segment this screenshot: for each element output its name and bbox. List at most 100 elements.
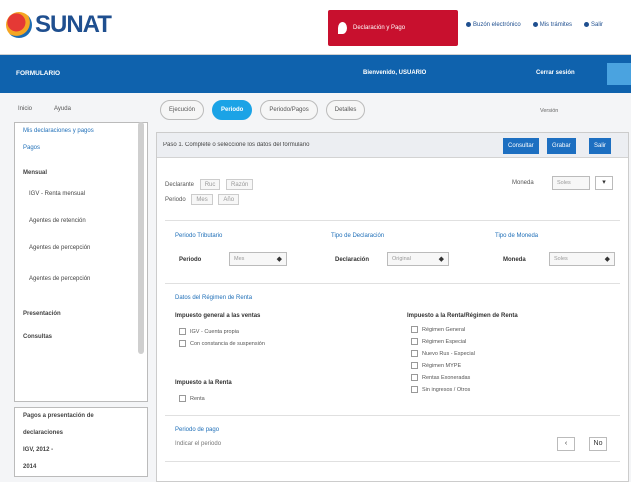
tab-periodo[interactable]: Periodo [212,100,253,120]
menu-button[interactable] [607,63,631,85]
sidebar-item[interactable]: Presentación [15,306,147,323]
checkbox[interactable] [411,374,418,381]
checkbox[interactable] [179,395,186,402]
sidebar-item[interactable]: Mensual [15,165,147,182]
checkbox-label: Rentas Exoneradas [422,374,471,381]
right-check-row[interactable]: Régimen MYPE [411,362,461,369]
declarant-label: Declarante [165,182,195,188]
bottom-text: Indicar el periodo [175,441,222,447]
sidebar-scrollbar[interactable] [138,122,144,354]
left-check-row[interactable]: Renta [179,395,205,402]
bottom-stepper-minus[interactable]: ‹ [557,437,575,451]
sunat-logo[interactable]: SUNAT [6,7,112,43]
periodo-value: Mes [234,256,245,262]
tab-ejecucion[interactable]: Ejecución [160,100,205,120]
tipo-label: Declaración [335,257,370,263]
checkbox[interactable] [411,386,418,393]
caret-icon: ◆ [604,256,610,263]
top-link-tramites[interactable]: Mis trámites [532,22,573,29]
sidebar-top-link-ayuda[interactable]: Ayuda [54,106,71,112]
step-instructions: Paso 1. Complete o seleccione los datos … [163,142,310,148]
periodo-section: Periodo Tributario [175,233,223,239]
left-group-title: Impuesto general a las ventas [175,313,261,319]
divider [165,283,620,284]
location-pin-icon [338,22,347,34]
divider [165,415,620,416]
currency-top-label: Moneda [512,180,534,186]
tipo-section: Tipo de Declaración [331,233,385,239]
right-check-row[interactable]: Rentas Exoneradas [411,374,470,381]
declaracion-pago-button[interactable]: Declaración y Pago [328,10,458,46]
sidebar-top-link-inicio[interactable]: Inicio [18,106,32,112]
caret-icon: ◆ [276,256,282,263]
declarant-row: Declarante Ruc Razón [165,179,254,190]
logo-text: SUNAT [35,11,112,38]
currency-top: Moneda [512,180,534,186]
top-link-label: Mis trámites [539,22,573,29]
top-link-label: Buzón electrónico [473,22,521,29]
checkbox[interactable] [411,350,418,357]
checkbox[interactable] [179,340,186,347]
sidebar-item[interactable]: Agentes de percepción [15,271,147,288]
salir-button[interactable]: Salir [589,138,612,154]
periodo-select[interactable]: Mes ◆ [229,252,287,266]
checkbox-label: Régimen Especial [422,338,467,345]
tipo-value: Original [392,256,411,262]
left-check-row[interactable]: IGV - Cuenta propia [179,328,239,335]
top-link-buzon[interactable]: Buzón electrónico [466,22,521,28]
currency-top-caret[interactable]: ▾ [595,176,613,190]
checkbox[interactable] [179,328,186,335]
tab-periodo-pagos[interactable]: Periodo/Pagos [260,100,318,120]
right-check-row[interactable]: Nuevo Rus - Especial [411,350,475,357]
mail-icon [466,22,471,27]
sunat-logo-icon [6,12,32,38]
currency-top-select[interactable]: Soles [552,176,590,190]
moneda-label: Moneda [503,257,526,263]
checkbox-label: Régimen General [422,326,466,333]
declarant-chip: Razón [226,179,254,190]
form-panel: Paso 1. Complete o seleccione los datos … [156,132,629,482]
user-icon [532,22,538,27]
checkbox-label: Nuevo Rus - Especial [422,350,475,357]
checkbox-label: IGV - Cuenta propia [190,328,239,335]
moneda-select[interactable]: Soles ◆ [549,252,615,266]
sidebar-secondary-item[interactable]: declaraciones [15,425,147,442]
tab-detalles[interactable]: Detalles [325,100,366,120]
sidebar-item[interactable]: IGV - Renta mensual [15,186,147,203]
tipo-select[interactable]: Original ◆ [387,252,449,266]
top-link-salir[interactable]: Salir [584,22,603,28]
sidebar-secondary-item[interactable]: IGV, 2012 - [15,442,147,459]
left-check-row[interactable]: Con constancia de suspensión [179,340,265,347]
logout-link[interactable]: Cerrar sesión [536,70,575,76]
top-links: Buzón electrónico Mis trámites Salir [466,22,603,28]
period-chip: Año [218,194,240,205]
nav-title: FORMULARIO [16,70,61,77]
nav-user: Bienvenido, USUARIO [363,70,427,76]
brand-header: SUNAT Declaración y Pago Buzón electróni… [0,0,631,55]
sidebar: Mis declaraciones y pagos Pagos Mensual … [14,122,148,477]
sidebar-secondary-item[interactable]: 2014 [15,459,147,476]
sidebar-secondary-item[interactable]: Pagos a presentación de [15,408,147,425]
checkbox[interactable] [411,362,418,369]
top-link-label: Salir [591,22,604,29]
periodo-label: Periodo [179,257,202,263]
checkbox-label: Sin ingresos / Otros [422,386,471,393]
sidebar-item[interactable]: Agentes de retención [15,213,147,230]
sidebar-item[interactable]: Consultas [15,329,147,346]
sidebar-item[interactable]: Pagos [15,140,147,157]
right-check-row[interactable]: Sin ingresos / Otros [411,386,470,393]
checkbox-label: Con constancia de suspensión [190,340,265,347]
right-check-row[interactable]: Régimen Especial [411,338,466,345]
declarant-chip: Ruc [199,179,221,190]
sidebar-item[interactable]: Mis declaraciones y pagos [15,123,147,140]
right-group-title: Impuesto a la Renta/Régimen de Renta [407,313,518,319]
declaracion-pago-label: Declaración y Pago [353,25,406,31]
period-row: Periodo Mes Año [165,194,240,205]
right-check-row[interactable]: Régimen General [411,326,465,333]
grabar-button[interactable]: Grabar [547,138,576,154]
checkbox[interactable] [411,326,418,333]
sidebar-item[interactable]: Agentes de percepción [15,240,147,257]
checkbox[interactable] [411,338,418,345]
bottom-stepper-value[interactable]: No [589,437,607,451]
consultar-button[interactable]: Consultar [503,138,539,154]
